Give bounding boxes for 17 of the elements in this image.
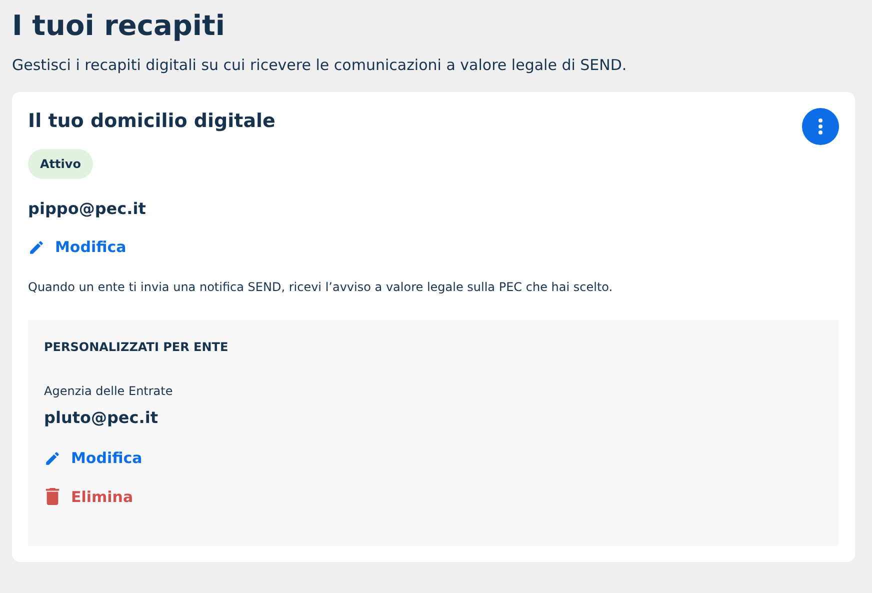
- page-subtitle: Gestisci i recapiti digitali su cui ricevere le comunicazioni a valore legale di SEND.: [12, 55, 628, 76]
- kebab-menu-icon: [818, 118, 823, 135]
- edit-link[interactable]: Modifica: [44, 449, 142, 467]
- page-title: I tuoi recapiti: [12, 8, 226, 44]
- pec-address: pippo@pec.it: [28, 199, 147, 218]
- section-heading: PERSONALIZZATI PER ENTE: [44, 340, 230, 354]
- entity-name: Agenzia delle Entrate: [44, 384, 174, 398]
- status-badge: Attivo: [28, 149, 93, 179]
- pec-address: pluto@pec.it: [44, 408, 159, 427]
- delete-link[interactable]: Elimina: [44, 487, 134, 506]
- card-title: Il tuo domicilio digitale: [28, 110, 276, 132]
- more-menu-button[interactable]: [802, 108, 839, 145]
- description-text: Quando un ente ti invia una notifica SEND, ricevi l’avviso a valore legale sulla PEC che hai scelto.: [28, 280, 614, 294]
- pencil-icon: [44, 450, 61, 466]
- edit-link[interactable]: Modifica: [28, 238, 126, 256]
- pencil-icon: [28, 238, 45, 256]
- trash-icon: [44, 487, 61, 506]
